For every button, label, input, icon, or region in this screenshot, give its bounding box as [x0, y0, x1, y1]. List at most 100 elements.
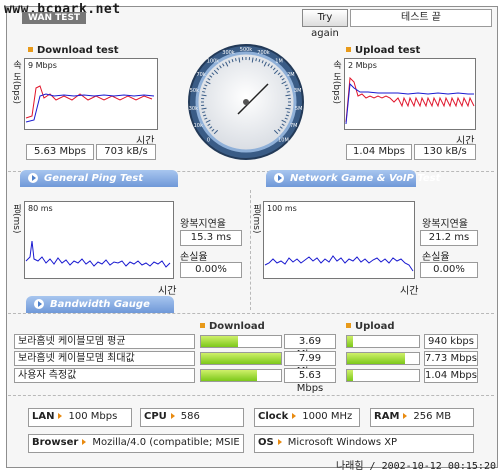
arrow-icon [82, 439, 87, 445]
gauge-tick-label: 3M [294, 88, 302, 94]
gauge-tick-label: 700k [257, 50, 270, 56]
divider [8, 395, 494, 396]
bullet-icon [200, 323, 205, 328]
arrow-icon [403, 413, 408, 419]
upload-bar [346, 369, 420, 382]
status-display: 테스트 끝 [350, 9, 492, 27]
clock-value: 1000 MHz [302, 411, 353, 422]
tab-network-game[interactable]: Network Game & VoIP Test [266, 170, 440, 187]
gauge-tick [202, 111, 206, 113]
gauge-tick [255, 58, 257, 62]
clock-label: Clock [258, 411, 289, 422]
upload-bar [346, 335, 420, 348]
download-bar-fill [201, 336, 238, 347]
gauge-tick-label: 500k [240, 47, 253, 53]
ram-value: 256 MB [413, 411, 452, 422]
gauge-hub [243, 99, 249, 105]
game-rtt-value: 21.2 ms [420, 230, 478, 246]
browser-value: Mozilla/4.0 (compatible; MSIE 6.0 [92, 437, 244, 448]
download-bar [200, 369, 282, 382]
download-value: 5.63 Mbps [284, 368, 336, 394]
ram-info: RAM 256 MB [370, 408, 474, 427]
tab-bandwidth-gauge[interactable]: Bandwidth Gauge [26, 296, 174, 313]
bandwidth-download-header-text: Download [209, 321, 265, 332]
try-again-button[interactable]: Try again [302, 9, 348, 39]
download-bar-fill [201, 353, 281, 364]
arrow-icon [277, 439, 282, 445]
upload-value: 1.04 Mbps [424, 368, 478, 383]
footer-timestamp: 나래힘 / 2002-10-12 00:15:20 [335, 461, 496, 472]
upload-bar [346, 352, 420, 365]
gauge-tick [286, 91, 290, 93]
ping-loss-value: 0.00% [180, 262, 242, 278]
gauge-tick-label: 70k [196, 72, 205, 78]
ping-rtt-label: 왕복지연율 [180, 219, 226, 230]
upload-title-text: Upload test [355, 45, 421, 56]
game-xlabel: 시간 [400, 286, 419, 297]
arrow-icon [34, 299, 44, 309]
arrow-icon [292, 413, 297, 419]
gauge-tick-label: 10M [278, 137, 289, 143]
download-title-text: Download test [37, 45, 119, 56]
ping-xlabel: 시간 [158, 286, 177, 297]
gauge-tick [235, 58, 237, 62]
upload-value: 940 kbps [424, 334, 478, 349]
ping-scale: 80 ms [28, 204, 53, 213]
game-loss-label: 손실율 [422, 252, 450, 263]
table-row-name: 보라홈넷 케이블모뎀 평균 [14, 334, 195, 349]
bullet-icon [346, 47, 351, 52]
os-info: OS Microsoft Windows XP [254, 434, 474, 453]
bandwidth-table: 보라홈넷 케이블모뎀 평균 3.69 Mbps 940 kbps 보라홈넷 케이… [14, 334, 494, 394]
page-title: WAN TEST [22, 12, 87, 24]
upload-bar-fill [347, 353, 405, 364]
download-test-title: Download test [28, 45, 119, 56]
ping-ylabel: 핑(ms) [11, 204, 21, 234]
upload-test-title: Upload test [346, 45, 420, 56]
game-ylabel: 핑(ms) [251, 204, 261, 234]
game-loss-value: 0.00% [420, 262, 478, 278]
arrow-icon [28, 173, 38, 183]
gauge-tick-label: 1M [275, 59, 283, 65]
bullet-icon [346, 323, 351, 328]
ping-loss-label: 손실율 [180, 252, 208, 263]
table-row-name: 보라홈넷 케이블모뎀 최대값 [14, 351, 195, 366]
upload-bar-fill [347, 370, 354, 381]
bandwidth-upload-header: Upload [346, 321, 394, 332]
gauge-tick-label: 10k [194, 123, 203, 129]
bullet-icon [28, 47, 33, 52]
lan-label: LAN [32, 411, 55, 422]
tab-network-game-label: Network Game & VoIP Test [290, 173, 441, 184]
browser-label: Browser [32, 437, 79, 448]
download-ylabel: 속 도(bps) [11, 60, 21, 104]
speed-gauge: 0 10k 30k 50k 70k 100k300k 500k 700k 1M 2M 3M 5M 7M 1… [188, 44, 304, 160]
ping-rtt-value: 15.3 ms [180, 230, 242, 246]
ram-label: RAM [374, 411, 400, 422]
os-label: OS [258, 437, 274, 448]
gauge-tick-label: 0 [207, 137, 210, 143]
upload-mbps: 1.04 Mbps [346, 144, 412, 160]
gauge-tick [202, 91, 206, 93]
download-bar-fill [201, 370, 257, 381]
gauge-tick-label: 50k [190, 88, 199, 94]
bandwidth-download-header: Download [200, 321, 265, 332]
download-mbps: 5.63 Mbps [26, 144, 94, 160]
divider [8, 313, 494, 314]
upload-value: 7.73 Mbps [424, 351, 478, 366]
arrow-icon [58, 413, 63, 419]
arrow-icon [274, 173, 284, 183]
arrow-icon [170, 413, 175, 419]
gauge-tick-label: 100k [207, 59, 220, 65]
lan-info: LAN 100 Mbps [28, 408, 132, 427]
cpu-label: CPU [144, 411, 167, 422]
upload-ylabel: 속 도(bps) [331, 60, 341, 104]
download-bar [200, 335, 282, 348]
cpu-info: CPU 586 [140, 408, 244, 427]
gauge-tick-label: 7M [290, 123, 298, 129]
tab-general-ping[interactable]: General Ping Test [20, 170, 178, 187]
download-value: 3.69 Mbps [284, 334, 336, 360]
upload-kbs: 130 kB/s [414, 144, 476, 160]
gauge-tick-label: 30k [189, 106, 198, 112]
bandwidth-upload-header-text: Upload [355, 321, 395, 332]
table-row-name: 사용자 측정값 [14, 368, 195, 383]
os-value: Microsoft Windows XP [287, 437, 398, 448]
